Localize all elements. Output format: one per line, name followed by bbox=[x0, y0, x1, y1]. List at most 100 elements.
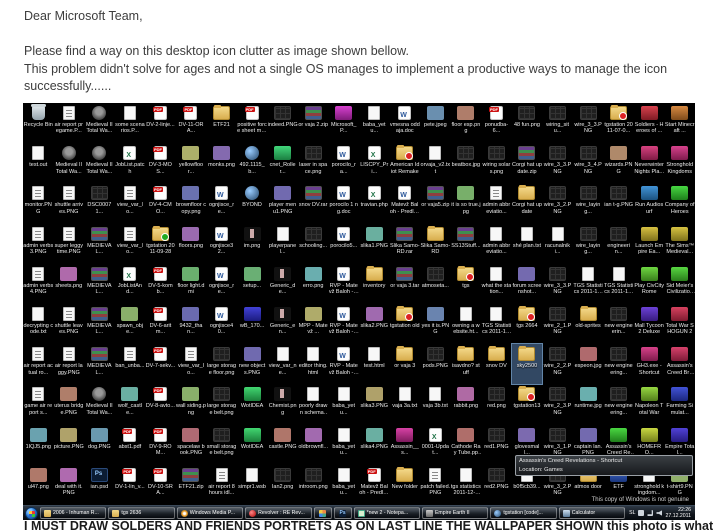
desktop-icon[interactable]: wire_2_1.PNG bbox=[542, 304, 573, 344]
desktop-icon[interactable]: wiring solars.png bbox=[481, 143, 512, 183]
desktop-icon[interactable]: Company of Heroes bbox=[664, 183, 695, 223]
desktop-icon[interactable]: inventory bbox=[359, 264, 390, 304]
desktop-icon[interactable]: Medieval II Total Wa... bbox=[84, 143, 115, 183]
desktop-icon[interactable]: wire_3_2.PNG bbox=[542, 183, 573, 223]
desktop-icon[interactable]: Napoleon Total War bbox=[634, 384, 665, 424]
desktop-icon[interactable]: uterus bridge.PNG bbox=[54, 384, 85, 424]
desktop-icon[interactable]: shé plan.txt bbox=[512, 224, 543, 264]
desktop-icon[interactable]: DV-1-lin_v... bbox=[115, 465, 146, 505]
desktop-icon[interactable]: DV-9-ROM... bbox=[145, 425, 176, 465]
desktop-icon[interactable]: New folder bbox=[390, 465, 421, 505]
desktop-icon[interactable]: old-sprites bbox=[573, 304, 604, 344]
desktop-icon[interactable]: isavdno? stuff bbox=[451, 344, 482, 384]
desktop-icon[interactable]: wolf_castle... bbox=[115, 384, 146, 424]
desktop-icon[interactable]: test.html bbox=[359, 344, 390, 384]
desktop-icon[interactable]: Recycle Bin bbox=[23, 103, 54, 143]
desktop-icon[interactable]: red2.PNG bbox=[481, 465, 512, 505]
desktop-icon[interactable]: small storage belt.png bbox=[206, 425, 237, 465]
desktop-icon[interactable]: patch failed.PNG bbox=[420, 465, 451, 505]
desktop-icon[interactable]: 492.1115_b... bbox=[237, 143, 268, 183]
desktop-icon[interactable]: WotIDEA bbox=[237, 384, 268, 424]
desktop-icon[interactable]: porocilo 1 ng.doc bbox=[328, 183, 359, 223]
desktop-icon[interactable]: JobListAnd... bbox=[115, 264, 146, 304]
desktop-icon[interactable]: porocilo_ra... bbox=[328, 143, 359, 183]
desktop-icon[interactable]: tgstation old bbox=[390, 304, 421, 344]
desktop-icon[interactable]: wall siding.png bbox=[176, 384, 207, 424]
language-indicator[interactable]: SL bbox=[629, 510, 635, 516]
desktop-icon[interactable]: GH3.exe - Shortcut bbox=[634, 344, 665, 384]
desktop-icon[interactable]: ian t-g.PNG bbox=[603, 183, 634, 223]
desktop-icon[interactable]: RVP - Matevž Baloh - Por... bbox=[328, 344, 359, 384]
desktop-icon[interactable]: porocilo5... bbox=[328, 224, 359, 264]
desktop-icon[interactable]: wire_2_3.PNG bbox=[542, 384, 573, 424]
desktop-icon[interactable]: LISCPY_Pri... bbox=[359, 143, 390, 183]
desktop-icon[interactable]: Soldiers - Heroes of ... bbox=[634, 103, 665, 143]
desktop-icon[interactable]: picture.PNG bbox=[54, 425, 85, 465]
desktop-icon[interactable]: Launch Empire Ea... bbox=[634, 224, 665, 264]
desktop-icon[interactable]: ul47.png bbox=[23, 465, 54, 505]
desktop-icon[interactable]: air report pregame.P... bbox=[54, 103, 85, 143]
desktop-icon[interactable]: TGS Statistics 2011-12-19... bbox=[573, 264, 604, 304]
desktop-icon[interactable]: DV-4-CMO... bbox=[145, 183, 176, 223]
desktop-icon[interactable]: large storage floor.png bbox=[206, 344, 237, 384]
desktop-icon[interactable]: RVP - Matevž Baloh - Por... bbox=[328, 304, 359, 344]
desktop-icon[interactable]: floor esp.png bbox=[451, 103, 482, 143]
desktop-icon[interactable]: beatbox.jpg bbox=[451, 143, 482, 183]
desktop-icon[interactable]: introom.png bbox=[298, 465, 329, 505]
desktop-icon[interactable]: editor thing.html bbox=[298, 344, 329, 384]
desktop-icon[interactable]: admin abbreviatio... bbox=[481, 224, 512, 264]
desktop-icon[interactable]: or vaja 3.tar bbox=[390, 264, 421, 304]
desktop-icon[interactable]: baba_yetu... bbox=[328, 384, 359, 424]
desktop-icon[interactable]: new object s.PNG bbox=[237, 344, 268, 384]
desktop-icon[interactable]: baba_yetu... bbox=[359, 103, 390, 143]
desktop-icon[interactable]: new engineerin... bbox=[603, 304, 634, 344]
desktop-icon[interactable]: test.out bbox=[23, 143, 54, 183]
desktop-icon[interactable]: espeon.jpg bbox=[573, 344, 604, 384]
desktop-icon[interactable]: JobList.patch bbox=[115, 143, 146, 183]
desktop-icon[interactable]: schooling... bbox=[298, 224, 329, 264]
desktop-icon[interactable]: wire_3_3.PNG bbox=[573, 103, 604, 143]
desktop-icon[interactable]: travian.php bbox=[359, 183, 390, 223]
desktop-icon[interactable]: MPP - Matevž ... bbox=[298, 304, 329, 344]
desktop-icon[interactable]: RVP - Matevž Baloh - Por... bbox=[328, 264, 359, 304]
desktop-icon[interactable]: admin verbs 4.PNG bbox=[23, 264, 54, 304]
desktop-icon[interactable]: snov DV bbox=[481, 344, 512, 384]
desktop-icon[interactable]: Run Audiosurf bbox=[634, 183, 665, 223]
desktop-icon[interactable]: air report 8 hours idl... bbox=[206, 465, 237, 505]
network-icon[interactable] bbox=[647, 510, 653, 516]
desktop-icon[interactable]: BYOND bbox=[237, 183, 268, 223]
desktop-icon[interactable]: vaja 3b.txt bbox=[420, 384, 451, 424]
desktop-icon[interactable]: admin verbs 3.PNG bbox=[23, 224, 54, 264]
desktop-icon[interactable]: spawn_obje... bbox=[115, 304, 146, 344]
desktop-icon[interactable]: Corgi hat update bbox=[512, 183, 543, 223]
desktop-icon[interactable]: wire_2_2.PNG bbox=[542, 344, 573, 384]
desktop-icon[interactable]: im.png bbox=[237, 224, 268, 264]
desktop-icon[interactable]: view_var_lo... bbox=[115, 224, 146, 264]
desktop-icon[interactable]: Generic_en... bbox=[267, 304, 298, 344]
desktop-icon[interactable]: view_var_lo... bbox=[115, 183, 146, 223]
desktop-icon[interactable]: dog.PNG bbox=[84, 425, 115, 465]
desktop-icon[interactable]: it is so true.jpg bbox=[451, 183, 482, 223]
system-tray[interactable]: SL 22:26 27.12.2011 bbox=[627, 507, 693, 520]
desktop-icon[interactable]: Matevž Baloh - Predlog te... bbox=[390, 183, 421, 223]
desktop-icon[interactable]: Medieval II Total Wa... bbox=[54, 143, 85, 183]
desktop-icon[interactable]: DV-11-ORA... bbox=[176, 103, 207, 143]
desktop-icon[interactable]: WotIDEA bbox=[237, 425, 268, 465]
desktop-icon[interactable]: runtime.jpg bbox=[573, 384, 604, 424]
desktop-icon[interactable]: ban_unba... bbox=[115, 344, 146, 384]
desktop-icon[interactable]: forum screenshot... bbox=[512, 264, 543, 304]
desktop-icon[interactable]: engineerin... bbox=[603, 224, 634, 264]
desktop-icon[interactable]: wB_170... bbox=[237, 304, 268, 344]
desktop-icon[interactable]: setup... bbox=[237, 264, 268, 304]
desktop-icon[interactable]: air report actual ro... bbox=[23, 344, 54, 384]
desktop-icon[interactable]: Medieval II Total Wa... bbox=[84, 103, 115, 143]
desktop-icon[interactable]: Microsoft_P... bbox=[328, 103, 359, 143]
desktop-icon[interactable]: ponudba-6... bbox=[481, 103, 512, 143]
desktop-icon[interactable]: baba_yetu... bbox=[328, 465, 359, 505]
desktop-icon[interactable]: orvaja_v2.txt bbox=[420, 143, 451, 183]
desktop-icon[interactable]: Assassin's Creed Brot... bbox=[664, 344, 695, 384]
desktop-icon[interactable]: slika1.PNG bbox=[359, 224, 390, 264]
desktop-icon[interactable]: wizards.PNG bbox=[603, 143, 634, 183]
start-button[interactable] bbox=[25, 507, 38, 520]
desktop-icon[interactable]: sheets.png bbox=[54, 264, 85, 304]
